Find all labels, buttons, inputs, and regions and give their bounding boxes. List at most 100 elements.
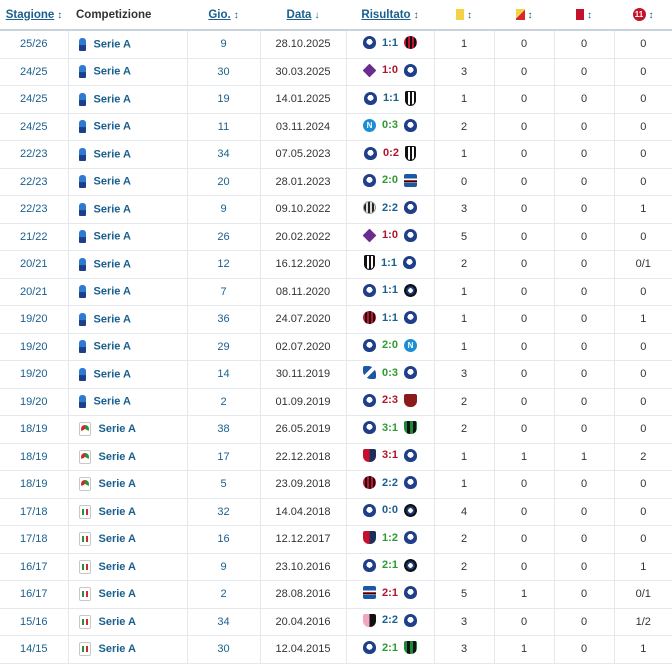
result-cell[interactable]: 2:0 bbox=[346, 168, 435, 196]
matchday-cell[interactable]: 32 bbox=[187, 498, 261, 526]
season-cell[interactable]: 24/25 bbox=[0, 58, 69, 86]
away-team-crest-icon[interactable] bbox=[403, 531, 417, 545]
competition-cell[interactable]: Serie A bbox=[68, 333, 188, 361]
season-cell[interactable]: 19/20 bbox=[0, 305, 69, 334]
season-cell[interactable]: 22/23 bbox=[0, 195, 69, 224]
competition-link[interactable]: Serie A bbox=[94, 121, 132, 133]
result-cell[interactable]: 0:2 bbox=[346, 140, 435, 169]
result-cell[interactable]: 2:3 bbox=[346, 388, 435, 416]
away-team-crest-icon[interactable] bbox=[403, 118, 417, 132]
competition-link[interactable]: Serie A bbox=[94, 396, 132, 408]
result-cell[interactable]: 1:1 bbox=[346, 85, 435, 114]
competition-link[interactable]: Serie A bbox=[94, 258, 132, 270]
home-team-crest-icon[interactable] bbox=[363, 448, 377, 462]
competition-cell[interactable]: Serie A bbox=[68, 388, 188, 416]
score-link[interactable]: 0:3 bbox=[382, 119, 398, 131]
away-team-crest-icon[interactable] bbox=[403, 228, 417, 242]
home-team-crest-icon[interactable] bbox=[363, 421, 377, 435]
away-team-crest-icon[interactable] bbox=[403, 283, 417, 297]
result-cell[interactable]: 1:0 bbox=[346, 223, 435, 251]
competition-link[interactable]: Serie A bbox=[94, 203, 132, 215]
matchday-cell[interactable]: 19 bbox=[187, 85, 261, 114]
competition-cell[interactable]: Serie A bbox=[68, 140, 188, 169]
home-team-crest-icon[interactable] bbox=[363, 338, 377, 352]
away-team-crest-icon[interactable] bbox=[403, 641, 417, 655]
score-link[interactable]: 1:1 bbox=[382, 37, 398, 49]
competition-cell[interactable]: Serie A bbox=[68, 113, 188, 141]
competition-cell[interactable]: Serie A bbox=[68, 85, 188, 114]
score-link[interactable]: 0:0 bbox=[382, 504, 398, 516]
competition-cell[interactable]: Serie A bbox=[68, 443, 188, 471]
matchday-cell[interactable]: 12 bbox=[187, 250, 261, 279]
result-cell[interactable]: 2:1 bbox=[346, 580, 435, 609]
matchday-cell[interactable]: 38 bbox=[187, 415, 261, 444]
score-link[interactable]: 0:3 bbox=[382, 367, 398, 379]
matchday-cell[interactable]: 5 bbox=[187, 470, 261, 499]
competition-cell[interactable]: Serie A bbox=[68, 58, 188, 86]
score-link[interactable]: 2:2 bbox=[382, 202, 398, 214]
away-team-crest-icon[interactable] bbox=[403, 503, 417, 517]
sort-icon[interactable]: ↕ bbox=[467, 10, 472, 21]
matchday-cell[interactable]: 9 bbox=[187, 30, 261, 59]
result-cell[interactable]: 3:1 bbox=[346, 415, 435, 444]
competition-link[interactable]: Serie A bbox=[99, 451, 137, 463]
competition-link[interactable]: Serie A bbox=[99, 561, 137, 573]
score-link[interactable]: 1:1 bbox=[382, 312, 398, 324]
score-link[interactable]: 2:1 bbox=[382, 559, 398, 571]
competition-cell[interactable]: Serie A bbox=[68, 250, 188, 279]
season-cell[interactable]: 25/26 bbox=[0, 30, 69, 59]
matchday-cell[interactable]: 9 bbox=[187, 553, 261, 581]
home-team-crest-icon[interactable] bbox=[364, 255, 376, 271]
result-cell[interactable]: 1:1 bbox=[346, 30, 435, 59]
score-link[interactable]: 3:1 bbox=[382, 449, 398, 461]
away-team-crest-icon[interactable] bbox=[403, 311, 417, 325]
away-team-crest-icon[interactable] bbox=[403, 338, 417, 352]
result-cell[interactable]: 1:1 bbox=[346, 250, 435, 279]
matchday-cell[interactable]: 2 bbox=[187, 580, 261, 609]
header-yellow-red[interactable]: ↕ bbox=[494, 0, 554, 31]
competition-link[interactable]: Serie A bbox=[99, 588, 137, 600]
home-team-crest-icon[interactable] bbox=[363, 173, 377, 187]
score-link[interactable]: 1:0 bbox=[382, 229, 398, 241]
score-link[interactable]: 1:1 bbox=[382, 284, 398, 296]
home-team-crest-icon[interactable] bbox=[362, 228, 377, 243]
result-cell[interactable]: 1:2 bbox=[346, 525, 435, 554]
sort-icon[interactable]: ↕ bbox=[528, 10, 533, 21]
score-link[interactable]: 1:1 bbox=[381, 257, 397, 269]
away-team-crest-icon[interactable] bbox=[403, 558, 417, 572]
header-date[interactable]: Data ↓ bbox=[260, 0, 346, 31]
home-team-crest-icon[interactable] bbox=[363, 613, 377, 627]
competition-cell[interactable]: Serie A bbox=[68, 415, 188, 444]
competition-cell[interactable]: Serie A bbox=[68, 278, 188, 306]
result-cell[interactable]: 1:0 bbox=[346, 58, 435, 86]
home-team-crest-icon[interactable] bbox=[363, 393, 377, 407]
score-link[interactable]: 1:0 bbox=[382, 64, 398, 76]
season-cell[interactable]: 24/25 bbox=[0, 113, 69, 141]
season-cell[interactable]: 20/21 bbox=[0, 250, 69, 279]
home-team-crest-icon[interactable] bbox=[364, 146, 378, 160]
season-cell[interactable]: 20/21 bbox=[0, 278, 69, 306]
competition-link[interactable]: Serie A bbox=[94, 38, 132, 50]
season-cell[interactable]: 19/20 bbox=[0, 333, 69, 361]
score-link[interactable]: 2:2 bbox=[382, 477, 398, 489]
header-penalty[interactable]: 11 ↕ bbox=[614, 0, 672, 31]
away-team-crest-icon[interactable] bbox=[403, 393, 417, 407]
score-link[interactable]: 1:1 bbox=[383, 92, 399, 104]
season-cell[interactable]: 16/17 bbox=[0, 580, 69, 609]
season-cell[interactable]: 16/17 bbox=[0, 553, 69, 581]
competition-link[interactable]: Serie A bbox=[94, 66, 132, 78]
competition-link[interactable]: Serie A bbox=[99, 616, 137, 628]
score-link[interactable]: 2:3 bbox=[382, 394, 398, 406]
season-cell[interactable]: 15/16 bbox=[0, 608, 69, 636]
home-team-crest-icon[interactable] bbox=[363, 201, 377, 215]
matchday-cell[interactable]: 34 bbox=[187, 140, 261, 169]
season-cell[interactable]: 18/19 bbox=[0, 443, 69, 471]
sort-icon[interactable]: ↕ bbox=[587, 10, 592, 21]
competition-link[interactable]: Serie A bbox=[94, 368, 132, 380]
away-team-crest-icon[interactable] bbox=[404, 90, 416, 106]
header-yellow[interactable]: ↕ bbox=[434, 0, 494, 31]
home-team-crest-icon[interactable] bbox=[363, 36, 377, 50]
season-cell[interactable]: 24/25 bbox=[0, 85, 69, 114]
season-cell[interactable]: 17/18 bbox=[0, 525, 69, 554]
competition-link[interactable]: Serie A bbox=[99, 533, 137, 545]
